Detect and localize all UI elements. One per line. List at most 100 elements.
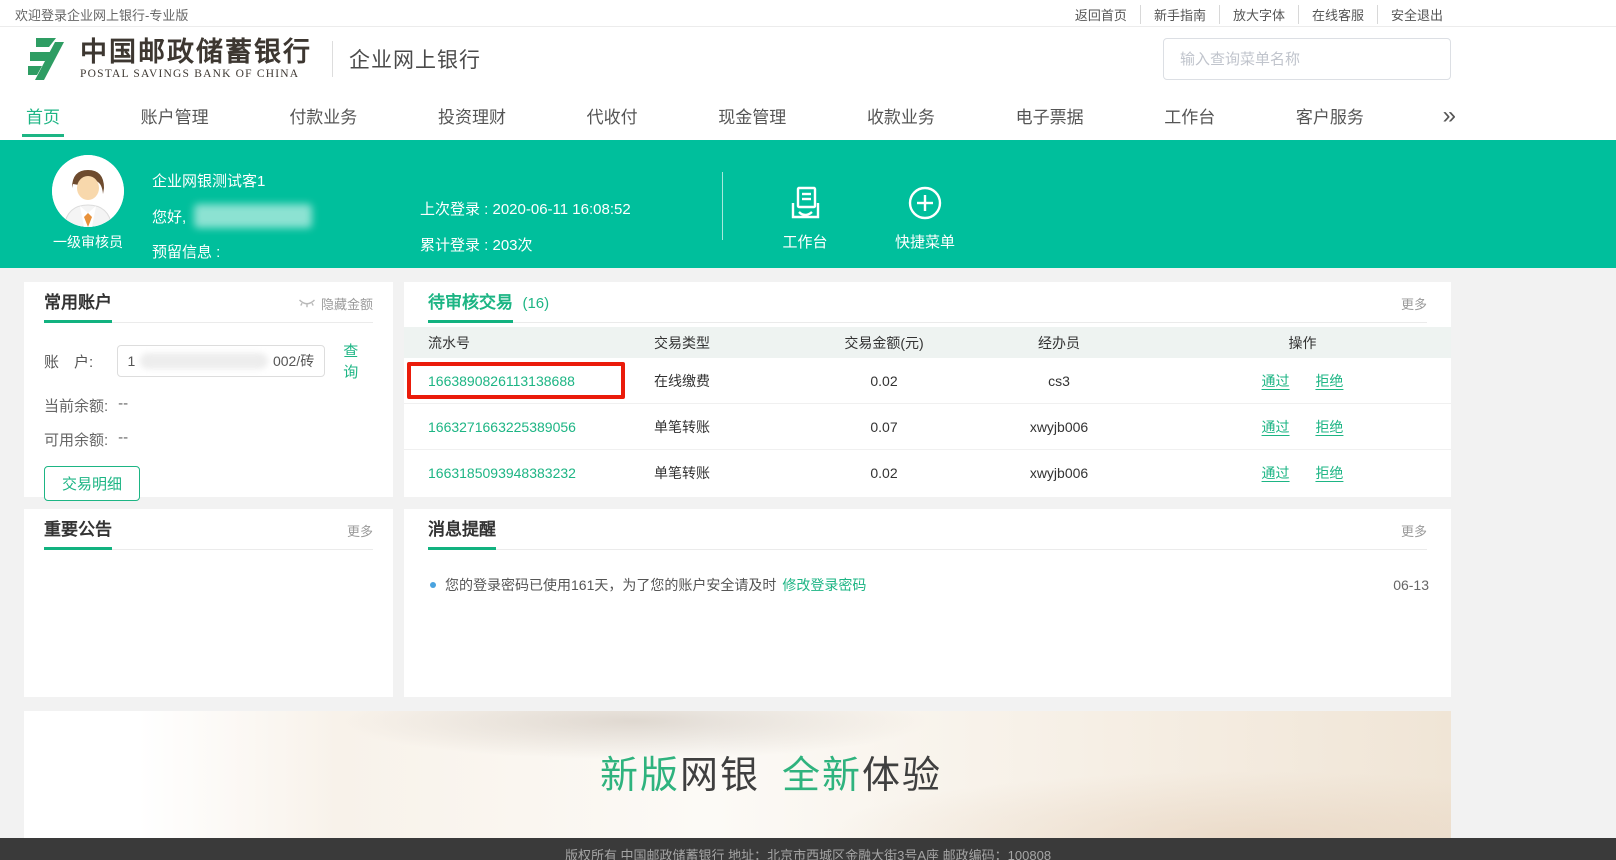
- topbar-link-online-service[interactable]: 在线客服: [1298, 5, 1377, 24]
- notices-panel-title: 重要公告: [44, 515, 112, 540]
- nav-tab-payment-business[interactable]: 付款业务: [287, 103, 359, 128]
- col-type: 交易类型: [654, 333, 804, 353]
- topbar-link-home[interactable]: 返回首页: [1062, 5, 1140, 24]
- nav-more-chevron-icon[interactable]: »: [1443, 106, 1456, 126]
- bank-name-en: POSTAL SAVINGS BANK OF CHINA: [80, 68, 312, 80]
- promo-part4: 体验: [862, 755, 942, 797]
- bank-logo-icon: [22, 34, 72, 84]
- current-balance-label: 当前余额:: [44, 395, 108, 416]
- user-banner: 一级审核员 企业网银测试客1 您好, 预留信息 : 上次登录 : 2020-06…: [0, 140, 1616, 268]
- account-number-suffix: 002/砖: [273, 351, 314, 371]
- menu-search-input[interactable]: [1164, 39, 1450, 79]
- query-link[interactable]: 查询: [343, 340, 373, 382]
- topbar-link-enlarge-font[interactable]: 放大字体: [1219, 5, 1298, 24]
- copyright-text: 版权所有 中国邮政储蓄银行 地址：北京市西城区金融大街3号A座 邮政编码：100…: [565, 838, 1051, 860]
- serial-link[interactable]: 1663271663225389056: [428, 419, 576, 435]
- top-utility-bar: 欢迎登录企业网上银行-专业版 返回首页 新手指南 放大字体 在线客服 安全退出: [0, 0, 1616, 27]
- message-date: 06-13: [1393, 577, 1429, 593]
- approve-link[interactable]: 通过: [1262, 419, 1290, 435]
- user-info: 企业网银测试客1 您好, 预留信息 :: [152, 170, 312, 262]
- main-nav: 首页 账户管理 付款业务 投资理财 代收付 现金管理 收款业务 电子票据 工作台…: [0, 91, 1616, 140]
- account-number-prefix: 1: [128, 353, 136, 369]
- change-password-link[interactable]: 修改登录密码: [782, 575, 866, 595]
- welcome-text: 欢迎登录企业网上银行-专业版: [15, 5, 188, 24]
- approve-link[interactable]: 通过: [1262, 373, 1290, 389]
- product-name: 企业网上银行: [349, 44, 481, 74]
- current-balance-row: 当前余额: --: [44, 395, 373, 416]
- quick-menu-shortcut[interactable]: 快捷菜单: [883, 184, 967, 252]
- message-reminders-panel: 消息提醒 更多 您的登录密码已使用161天，为了您的账户安全请及时 修改登录密码…: [404, 509, 1451, 697]
- banner-divider: [722, 172, 723, 240]
- available-balance-value: --: [118, 429, 128, 450]
- login-count: 累计登录 : 203次: [420, 234, 631, 255]
- nav-tab-home[interactable]: 首页: [24, 103, 62, 128]
- col-actions: 操作: [1154, 333, 1451, 353]
- transaction-amount: 0.07: [804, 419, 964, 435]
- serial-link[interactable]: 1663185093948383232: [428, 465, 576, 481]
- topbar-link-beginner-guide[interactable]: 新手指南: [1140, 5, 1219, 24]
- menu-search-box: [1163, 38, 1451, 80]
- workbench-shortcut[interactable]: 工作台: [763, 184, 847, 252]
- transaction-type: 单笔转账: [654, 463, 804, 483]
- plus-circle-icon: [906, 184, 944, 222]
- approve-link[interactable]: 通过: [1262, 465, 1290, 481]
- available-balance-label: 可用余额:: [44, 429, 108, 450]
- nav-tab-account-management[interactable]: 账户管理: [139, 103, 211, 128]
- nav-tab-customer-service[interactable]: 客户服务: [1294, 103, 1366, 128]
- notices-more-link[interactable]: 更多: [347, 521, 373, 540]
- bank-logo: 中国邮政储蓄银行 POSTAL SAVINGS BANK OF CHINA 企业…: [22, 34, 481, 84]
- bank-name-cn: 中国邮政储蓄银行: [80, 38, 312, 66]
- login-info: 上次登录 : 2020-06-11 16:08:52 累计登录 : 203次: [420, 198, 631, 255]
- user-role: 一级审核员: [26, 232, 150, 252]
- current-balance-value: --: [118, 395, 128, 416]
- reject-link[interactable]: 拒绝: [1315, 465, 1343, 481]
- company-name: 企业网银测试客1: [152, 170, 312, 191]
- transaction-amount: 0.02: [804, 373, 964, 389]
- messages-more-link[interactable]: 更多: [1401, 521, 1427, 540]
- nav-tab-cash-management[interactable]: 现金管理: [716, 103, 788, 128]
- logo-divider: [332, 41, 333, 77]
- account-selector[interactable]: 1 002/砖: [117, 345, 326, 377]
- promo-slogan: 新版网银全新体验: [600, 744, 942, 799]
- message-text: 您的登录密码已使用161天，为了您的账户安全请及时: [445, 575, 776, 595]
- transaction-detail-button[interactable]: 交易明细: [44, 466, 140, 501]
- transaction-type: 单笔转账: [654, 417, 804, 437]
- hide-amount-label: 隐藏金额: [321, 294, 373, 313]
- quick-menu-label: 快捷菜单: [883, 231, 967, 252]
- pending-table-header: 流水号 交易类型 交易金额(元) 经办员 操作: [404, 327, 1451, 358]
- nav-tab-collection-payment[interactable]: 代收付: [585, 103, 640, 128]
- hide-amount-toggle[interactable]: 隐藏金额: [298, 294, 373, 313]
- reject-link[interactable]: 拒绝: [1315, 373, 1343, 389]
- pending-more-link[interactable]: 更多: [1401, 294, 1427, 313]
- account-label: 账 户:: [44, 351, 117, 372]
- transaction-amount: 0.02: [804, 465, 964, 481]
- col-serial: 流水号: [404, 333, 654, 353]
- col-amount: 交易金额(元): [804, 333, 964, 353]
- transaction-operator: xwyjb006: [964, 419, 1154, 435]
- pending-panel-title: 待审核交易: [428, 288, 513, 313]
- topbar-links: 返回首页 新手指南 放大字体 在线客服 安全退出: [1062, 5, 1456, 24]
- reject-link[interactable]: 拒绝: [1315, 419, 1343, 435]
- pending-count: (16): [522, 295, 549, 312]
- important-notices-panel: 重要公告 更多: [24, 509, 393, 697]
- available-balance-row: 可用余额: --: [44, 429, 373, 450]
- messages-panel-title: 消息提醒: [428, 515, 496, 540]
- nav-tab-workbench[interactable]: 工作台: [1162, 103, 1217, 128]
- transaction-row: 1663185093948383232 单笔转账 0.02 xwyjb006 通…: [404, 450, 1451, 496]
- bullet-icon: [430, 582, 436, 588]
- col-operator: 经办员: [964, 333, 1154, 353]
- promo-part1: 新版: [600, 755, 680, 797]
- serial-link[interactable]: 1663890826113138688: [428, 373, 575, 389]
- promo-banner: 新版网银全新体验: [24, 711, 1451, 838]
- greeting-text: 您好,: [152, 206, 186, 227]
- account-number-redacted: [140, 353, 268, 369]
- common-accounts-panel: 常用账户 隐藏金额 账 户: 1 002/砖 查询 当前余额: [24, 282, 393, 497]
- topbar-link-safe-exit[interactable]: 安全退出: [1377, 5, 1456, 24]
- header: 中国邮政储蓄银行 POSTAL SAVINGS BANK OF CHINA 企业…: [0, 27, 1616, 91]
- nav-tab-e-bill[interactable]: 电子票据: [1014, 103, 1086, 128]
- nav-tab-receivables[interactable]: 收款业务: [865, 103, 937, 128]
- accounts-panel-title: 常用账户: [44, 288, 112, 313]
- nav-tab-investment[interactable]: 投资理财: [436, 103, 508, 128]
- eye-closed-icon: [298, 298, 316, 309]
- last-login: 上次登录 : 2020-06-11 16:08:52: [420, 198, 631, 219]
